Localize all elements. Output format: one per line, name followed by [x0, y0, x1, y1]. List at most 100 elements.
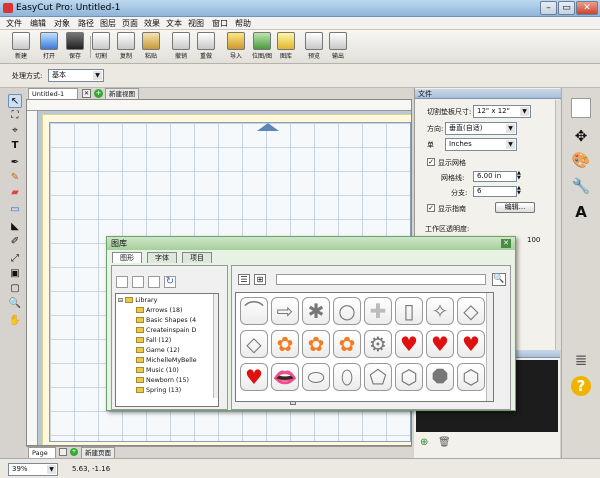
library-button[interactable]: 图库 — [273, 32, 299, 62]
bitmap-button[interactable]: 位图/图 — [249, 32, 275, 62]
move-icon[interactable]: ✥ — [571, 126, 591, 146]
shape-thumbnail-lips[interactable]: 👄 — [271, 363, 299, 391]
shape-thumbnail-flower[interactable]: ✿ — [333, 330, 361, 358]
grid-view-icon[interactable]: ⊞ — [254, 274, 266, 285]
document-icon[interactable] — [571, 98, 591, 118]
eraser-tool-icon[interactable]: ▰ — [8, 186, 22, 200]
shape-thumbnail-heart[interactable]: ♥ — [395, 330, 423, 358]
shape-thumbnail-oval-tall[interactable]: ⬯ — [333, 363, 361, 391]
undo-button[interactable]: 撤销 — [168, 32, 194, 62]
tree-item[interactable]: Music (10) — [136, 366, 179, 376]
import-button[interactable]: 导入 — [223, 32, 249, 62]
shape-thumbnail-asterisk[interactable]: ✱ — [302, 297, 330, 325]
redo-button[interactable]: 重做 — [193, 32, 219, 62]
rectangle-tool-icon[interactable]: ▭ — [8, 203, 22, 217]
maximize-button[interactable]: ▭ — [558, 1, 575, 15]
menu-page[interactable]: 页面 — [120, 17, 140, 30]
divisions-input[interactable]: 6 — [473, 186, 517, 197]
output-button[interactable]: 输出 — [325, 32, 351, 62]
library-close-icon[interactable]: ✕ — [501, 239, 511, 248]
mat-size-select[interactable]: 12" x 12" ▼ — [473, 105, 531, 118]
delete-layer-icon[interactable]: 🗑 — [438, 438, 451, 448]
shape-thumbnail-oval[interactable]: ⬭ — [302, 363, 330, 391]
menu-layer[interactable]: 图层 — [98, 17, 118, 30]
tree-item[interactable]: Game (12) — [136, 346, 180, 356]
knife-tool-icon[interactable]: ◣ — [8, 220, 22, 234]
menu-view[interactable]: 视图 — [186, 17, 206, 30]
open-button[interactable]: 打开 — [36, 32, 62, 62]
shape-thumbnail-hexagon[interactable]: ⬡ — [395, 363, 423, 391]
zoom-tool-icon[interactable]: 🔍 — [8, 297, 22, 311]
show-guides-checkbox[interactable]: ✓ — [427, 204, 435, 212]
tree-scrollbar[interactable] — [213, 294, 218, 398]
close-tab-icon[interactable]: ✕ — [82, 89, 91, 98]
shape-thumbnail-rounded-rect[interactable]: ▯ — [395, 297, 423, 325]
tree-item[interactable]: Basic Shapes (4 — [136, 316, 196, 326]
shape-tool-icon[interactable]: ⤢ — [8, 252, 22, 266]
new-page-tab[interactable]: 新建页面 — [81, 447, 115, 458]
shape-thumbnail-pentagon[interactable]: ⬠ — [364, 363, 392, 391]
library-search-input[interactable] — [276, 274, 486, 285]
add-view-icon[interactable]: + — [94, 89, 103, 98]
shape-thumbnail-octagon[interactable]: ⯃ — [426, 363, 454, 391]
new-view-tab[interactable]: 新建视图 — [105, 88, 139, 99]
menu-edit[interactable]: 编辑 — [28, 17, 48, 30]
shape-thumbnail-cross[interactable]: ✚ — [364, 297, 392, 325]
shape-thumbnail-arrow[interactable]: ⇨ — [271, 297, 299, 325]
shape-thumbnail-heart[interactable]: ♥ — [240, 363, 268, 391]
save-button[interactable]: 保存 — [62, 32, 88, 62]
shape-thumbnail-circle[interactable]: ○ — [333, 297, 361, 325]
select-tool-icon[interactable]: ↖ — [8, 94, 22, 108]
add-page-icon[interactable]: + — [70, 448, 78, 456]
unit-select[interactable]: Inches ▼ — [445, 138, 517, 151]
zoom-select[interactable]: 39% ▼ — [8, 463, 58, 476]
eyedropper-tool-icon[interactable]: ✐ — [8, 235, 22, 249]
close-page-icon[interactable] — [59, 448, 67, 456]
menu-help[interactable]: 帮助 — [233, 17, 253, 30]
menu-text[interactable]: 文本 — [164, 17, 184, 30]
shapes-scrollbar[interactable] — [486, 293, 493, 401]
delete-icon[interactable] — [132, 276, 144, 288]
node-tool-icon[interactable]: ⛶ — [8, 109, 22, 123]
new-button[interactable]: 新建 — [8, 32, 34, 62]
menu-file[interactable]: 文件 — [4, 17, 24, 30]
refresh-icon[interactable]: ↻ — [164, 276, 176, 288]
paste-button[interactable]: 粘贴 — [138, 32, 164, 62]
wrench-icon[interactable]: 🔧 — [571, 176, 591, 196]
tree-item[interactable]: Createinspain D — [136, 326, 196, 336]
orientation-select[interactable]: 垂直(自适) ▼ — [445, 122, 517, 135]
cut-button[interactable]: 切割 — [88, 32, 114, 62]
shape-thumbnail-gear[interactable]: ⚙ — [364, 330, 392, 358]
process-select[interactable]: 基本 ▼ — [48, 69, 104, 82]
weld-tool-icon[interactable]: ▣ — [8, 267, 22, 281]
crop-tool-icon[interactable]: ⌖ — [8, 124, 22, 138]
shape-thumbnail-heart[interactable]: ♥ — [457, 330, 485, 358]
shape-thumbnail-flower[interactable]: ✿ — [271, 330, 299, 358]
grid-spacing-stepper-icon[interactable]: ▲ ▼ — [517, 171, 524, 182]
layers-icon[interactable]: ≣ — [571, 350, 591, 370]
palette-icon[interactable]: 🎨 — [571, 150, 591, 170]
minimize-button[interactable]: – — [540, 1, 557, 15]
shape-thumbnail-diamond[interactable]: ◇ — [457, 297, 485, 325]
tree-root[interactable]: ⊟ Library — [118, 296, 157, 306]
menu-path[interactable]: 路径 — [76, 17, 96, 30]
shape-thumbnail-diamond[interactable]: ◇ — [240, 330, 268, 358]
hand-tool-icon[interactable]: ✋ — [8, 314, 22, 328]
tree-item[interactable]: MichelleMyBelle — [136, 356, 197, 366]
tab-untitled-1[interactable]: Untitled-1 — [28, 88, 78, 99]
copy-button[interactable]: 复制 — [113, 32, 139, 62]
tree-item[interactable]: Arrows (18) — [136, 306, 182, 316]
shape-thumbnail-star-4[interactable]: ✧ — [426, 297, 454, 325]
tree-item[interactable]: Spring (13) — [136, 386, 181, 396]
preview-button[interactable]: 预览 — [301, 32, 327, 62]
tree-item[interactable]: Fall (12) — [136, 336, 171, 346]
library-tab-fonts[interactable]: 字体 — [147, 252, 177, 263]
tree-item[interactable]: Newborn (15) — [136, 376, 189, 386]
shape-thumbnail-arch[interactable]: ⌒ — [240, 297, 268, 325]
library-tab-projects[interactable]: 项目 — [182, 252, 212, 263]
grid-spacing-input[interactable]: 6.00 in — [473, 171, 517, 182]
menu-effects[interactable]: 效果 — [142, 17, 162, 30]
font-size-icon[interactable]: A — [571, 202, 591, 222]
pen-tool-icon[interactable]: ✒ — [8, 156, 22, 170]
search-icon[interactable]: 🔍 — [492, 273, 506, 286]
